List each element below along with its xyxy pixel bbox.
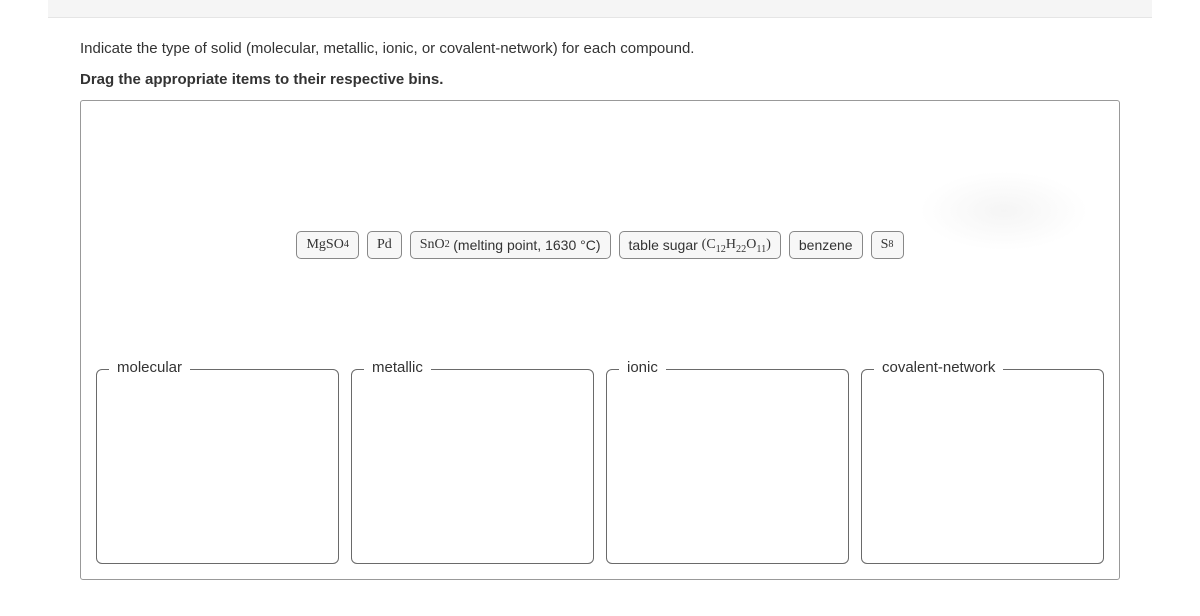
draggable-item-pd[interactable]: Pd	[367, 231, 402, 259]
bin-covalent-network[interactable]: covalent-network	[861, 369, 1104, 564]
bin-label-covalent-network: covalent-network	[874, 359, 1003, 376]
bin-label-molecular: molecular	[109, 359, 190, 376]
bins-row: molecular metallic ionic covalent-networ…	[96, 369, 1104, 564]
bin-label-metallic: metallic	[364, 359, 431, 376]
draggable-item-s8[interactable]: S8	[871, 231, 904, 259]
top-bar	[48, 0, 1152, 18]
bin-ionic[interactable]: ionic	[606, 369, 849, 564]
drag-workspace: MgSO4 Pd SnO2 (melting point, 1630 °C) t…	[80, 100, 1120, 580]
bin-molecular[interactable]: molecular	[96, 369, 339, 564]
draggable-item-benzene[interactable]: benzene	[789, 231, 863, 259]
bin-label-ionic: ionic	[619, 359, 666, 376]
draggable-items-row: MgSO4 Pd SnO2 (melting point, 1630 °C) t…	[81, 231, 1119, 259]
question-content: Indicate the type of solid (molecular, m…	[0, 18, 1200, 600]
instruction-text: Drag the appropriate items to their resp…	[80, 71, 1120, 88]
question-text: Indicate the type of solid (molecular, m…	[80, 38, 1120, 61]
draggable-item-sno2[interactable]: SnO2 (melting point, 1630 °C)	[410, 231, 611, 259]
draggable-item-table-sugar[interactable]: table sugar (C12H22O11)	[619, 231, 781, 259]
draggable-item-mgso4[interactable]: MgSO4	[296, 231, 358, 259]
bin-metallic[interactable]: metallic	[351, 369, 594, 564]
